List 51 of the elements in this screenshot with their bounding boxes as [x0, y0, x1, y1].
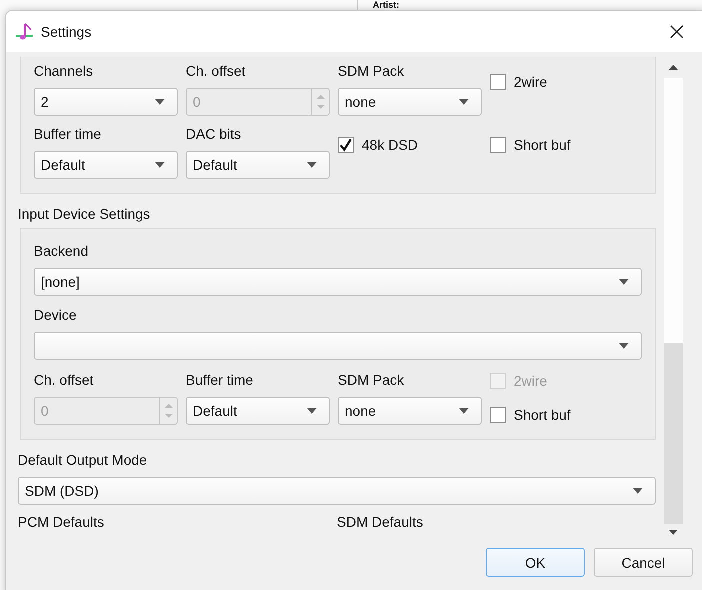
checkbox[interactable] [338, 137, 354, 153]
checkbox-label: Short buf [514, 137, 571, 153]
dropdown[interactable] [34, 332, 642, 360]
dropdown[interactable]: none [338, 397, 482, 425]
checkbox[interactable] [490, 137, 506, 153]
field-label: SDM Pack [338, 371, 406, 389]
field-label: SDM Pack [338, 62, 406, 80]
caret-icon [155, 162, 165, 168]
field-label: Channels [34, 62, 94, 80]
checkbox-label: 2wire [514, 373, 548, 389]
spin-arrows-icon [164, 401, 174, 421]
field-label: Backend [34, 242, 90, 260]
caret-icon [459, 408, 469, 414]
dropdown[interactable]: 2 [34, 88, 178, 116]
music-note-icon [15, 22, 35, 42]
checkbox-label: 48k DSD [362, 137, 418, 153]
field-label: Ch. offset [186, 62, 247, 80]
dropdown[interactable]: Default [186, 397, 330, 425]
checkbox-label: Short buf [514, 407, 571, 423]
checkbox[interactable] [490, 407, 506, 423]
dropdown[interactable]: Default [186, 151, 330, 179]
caret-icon [459, 99, 469, 105]
scroll-thumb[interactable] [664, 78, 683, 343]
close-icon[interactable] [670, 24, 684, 38]
caret-icon [619, 343, 629, 349]
section-title: Default Output Mode [18, 451, 148, 469]
field-label: Buffer time [34, 125, 102, 143]
section-title: PCM Defaults [18, 513, 106, 531]
field-label: DAC bits [186, 125, 242, 143]
dropdown[interactable]: none [338, 88, 482, 116]
section-title: SDM Defaults [337, 513, 424, 531]
dropdown[interactable]: Default [34, 151, 178, 179]
caret-icon [619, 279, 629, 285]
dialog-button[interactable]: OK [486, 548, 585, 577]
spin-arrows-icon [316, 92, 326, 112]
dropdown[interactable]: [none] [34, 268, 642, 296]
caret-icon [633, 488, 643, 494]
window-title: Settings [41, 24, 92, 40]
caret-icon [155, 99, 165, 105]
dropdown[interactable]: SDM (DSD) [18, 477, 656, 505]
dialog-button[interactable]: Cancel [594, 548, 693, 577]
section-title: Input Device Settings [18, 205, 152, 223]
checkmark-icon [339, 138, 353, 152]
field-label: Buffer time [186, 371, 254, 389]
caret-icon [307, 408, 317, 414]
field-label: Artist: [373, 0, 400, 10]
checkbox[interactable] [490, 74, 506, 90]
checkbox-label: 2wire [514, 74, 548, 90]
caret-icon [307, 162, 317, 168]
field-label: Device [34, 306, 78, 324]
field-label: Ch. offset [34, 371, 95, 389]
